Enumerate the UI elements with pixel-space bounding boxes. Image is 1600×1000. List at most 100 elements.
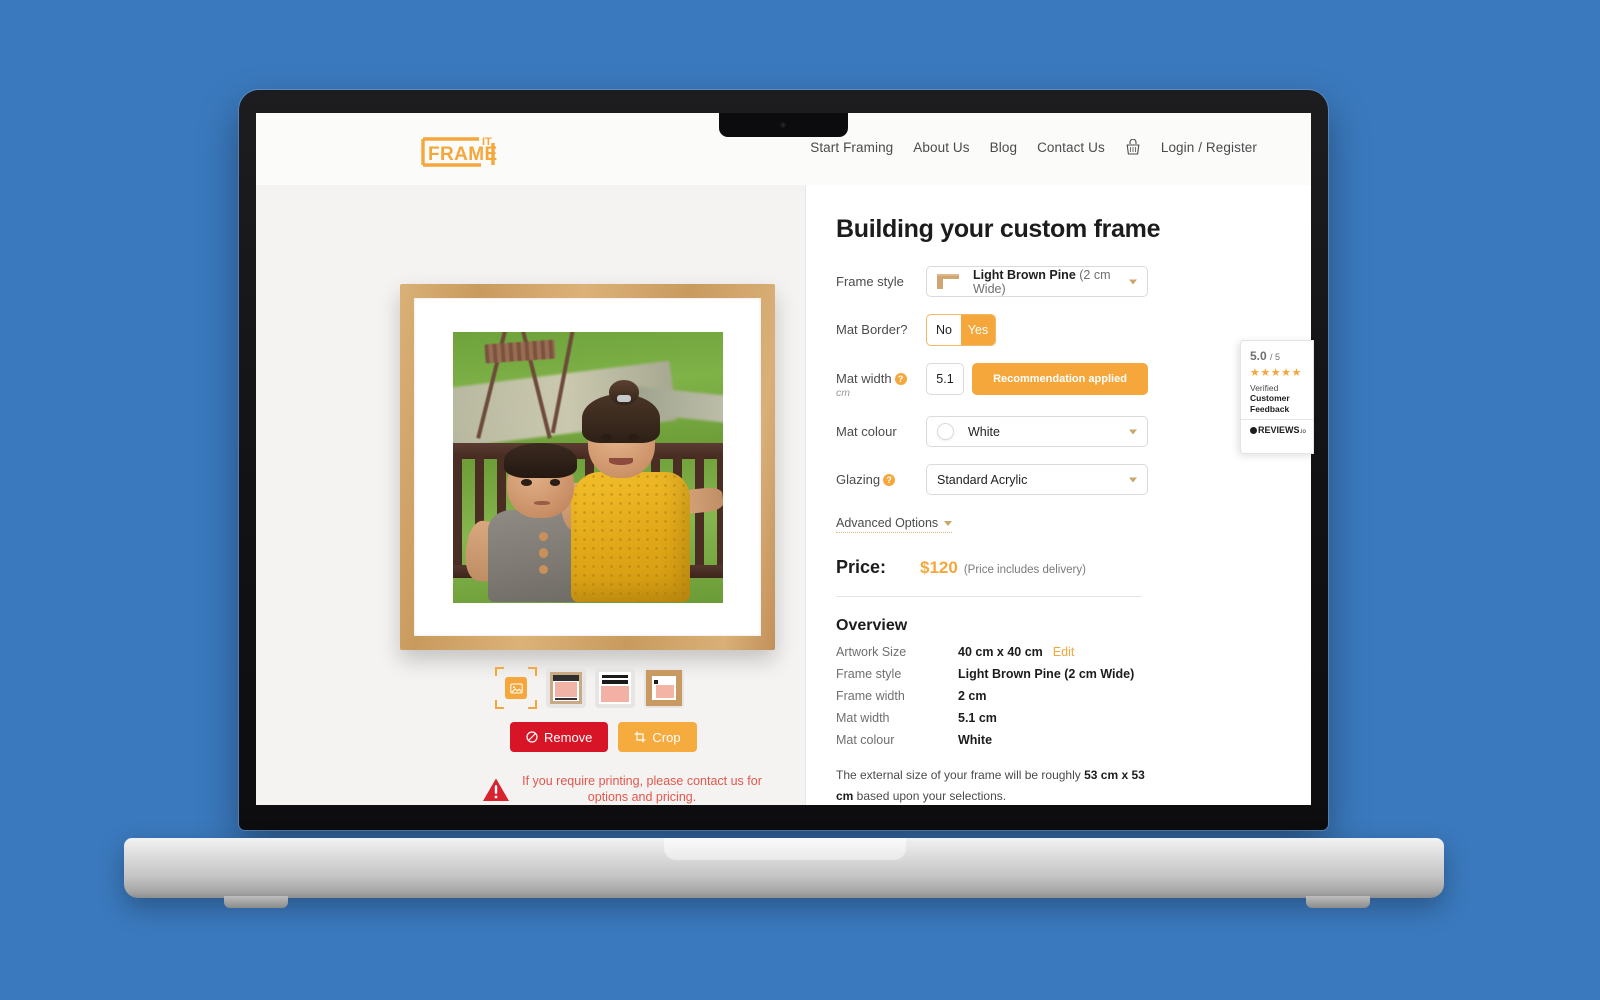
price-label: Price: xyxy=(836,557,887,577)
external-note-prefix: The external size of your frame will be … xyxy=(836,768,1085,782)
nav-item-blog[interactable]: Blog xyxy=(990,140,1017,155)
reviews-score: 5.0 / 5 xyxy=(1250,349,1281,363)
image-upload-icon xyxy=(505,677,527,699)
overview-value: 5.1 cm xyxy=(958,711,997,725)
nav-item-login-register[interactable]: Login / Register xyxy=(1161,140,1257,155)
svg-text:IT: IT xyxy=(482,136,492,148)
mat-border-option-yes[interactable]: Yes xyxy=(961,315,995,345)
chevron-down-icon xyxy=(1129,429,1137,434)
overview-row-frame-width: Frame width 2 cm xyxy=(836,689,1311,703)
frame-style-select[interactable]: Light Brown Pine (2 cm Wide) xyxy=(926,266,1148,297)
mat-colour-label: Mat colour xyxy=(836,424,897,439)
mat-colour-swatch xyxy=(937,423,954,440)
reviews-brand-dot-icon xyxy=(1250,427,1257,435)
frame-style-row: Frame style Light Brown Pine (2 cm Wide) xyxy=(830,266,1311,297)
mat-colour-row: Mat colour White xyxy=(830,416,1311,447)
overview-key: Mat width xyxy=(836,711,890,725)
nav-item-about-us[interactable]: About Us xyxy=(913,140,969,155)
advanced-options-label: Advanced Options xyxy=(836,516,939,530)
external-note-suffix: based upon your selections. xyxy=(853,789,1007,803)
mat-border-label: Mat Border? xyxy=(836,322,908,337)
page-content: Remove Crop If you require printing, ple… xyxy=(256,185,1311,805)
external-size-note: The external size of your frame will be … xyxy=(836,765,1156,805)
overview-row-frame-style: Frame style Light Brown Pine (2 cm Wide) xyxy=(836,667,1311,681)
mat-width-input[interactable] xyxy=(926,363,964,395)
overview-key: Frame width xyxy=(836,689,905,703)
nav-item-start-framing[interactable]: Start Framing xyxy=(810,140,893,155)
laptop-foot-right xyxy=(1306,896,1370,908)
overview-value: White xyxy=(958,733,993,747)
overview-key: Artwork Size xyxy=(836,645,907,659)
mat-border xyxy=(414,298,761,636)
artwork-thumbnail-2[interactable] xyxy=(546,668,586,708)
thumbnail-strip xyxy=(495,667,684,709)
warning-triangle-icon xyxy=(483,778,509,801)
printing-warning-text: If you require printing, please contact … xyxy=(522,774,762,805)
edit-artwork-size-link[interactable]: Edit xyxy=(1053,645,1075,659)
remove-button-label: Remove xyxy=(544,729,593,745)
advanced-options-toggle[interactable]: Advanced Options xyxy=(836,516,953,533)
mat-width-help-icon[interactable]: ? xyxy=(894,373,907,385)
overview-value: Light Brown Pine (2 cm Wide) xyxy=(958,667,1135,681)
reviews-brand: REVIEWS.io xyxy=(1250,425,1306,435)
artwork-actions: Remove Crop xyxy=(510,722,697,752)
artwork-thumbnail-3[interactable] xyxy=(595,668,635,708)
recommendation-applied-button[interactable]: Recommendation applied xyxy=(972,363,1148,395)
mat-width-group: Recommendation applied xyxy=(926,363,1148,395)
reviews-feedback-label: Feedback xyxy=(1250,403,1290,414)
configurator-panel: Building your custom frame Frame style L… xyxy=(806,185,1311,805)
chevron-down-icon xyxy=(944,520,953,526)
reviews-customer-label: Customer xyxy=(1250,393,1290,403)
upload-artwork-thumbnail[interactable] xyxy=(495,667,537,709)
overview-row-mat-width: Mat width 5.1 cm xyxy=(836,711,1311,725)
preview-column: Remove Crop If you require printing, ple… xyxy=(256,185,806,805)
overview-key: Frame style xyxy=(836,667,902,681)
reviews-verified-label: Verified xyxy=(1250,383,1279,393)
overview-title: Overview xyxy=(836,617,908,634)
chevron-down-icon xyxy=(1129,477,1137,482)
mat-width-label: Mat width? cm xyxy=(836,363,926,399)
overview-row-mat-colour: Mat colour White xyxy=(836,733,1311,747)
glazing-select[interactable]: Standard Acrylic xyxy=(926,464,1148,495)
laptop-foot-left xyxy=(224,896,288,908)
price-row: Price: $120 (Price includes delivery) xyxy=(836,557,1311,578)
chevron-down-icon xyxy=(1129,279,1137,284)
price-value: $120 xyxy=(920,558,958,577)
mat-colour-select[interactable]: White xyxy=(926,416,1148,447)
laptop-mockup: FRAME IT Start Framing About Us Blog Con… xyxy=(0,0,1600,1000)
frame-it-logo[interactable]: FRAME IT xyxy=(419,129,511,171)
reviews-badge[interactable]: 5.0 / 5 ★★★★★ Verified Customer Feedback… xyxy=(1240,340,1314,454)
overview-value: 40 cm x 40 cm xyxy=(958,645,1043,659)
crop-button[interactable]: Crop xyxy=(618,722,697,752)
remove-button[interactable]: Remove xyxy=(510,722,609,752)
glazing-value: Standard Acrylic xyxy=(937,472,1028,487)
webpage: FRAME IT Start Framing About Us Blog Con… xyxy=(256,113,1311,805)
page-title: Building your custom frame xyxy=(836,215,1161,243)
glazing-row: Glazing? Standard Acrylic xyxy=(830,464,1311,495)
laptop-camera xyxy=(780,122,786,128)
frame-style-value: Light Brown Pine (2 cm Wide) xyxy=(973,267,1111,296)
reviews-stars: ★★★★★ xyxy=(1250,367,1302,379)
remove-circle-icon xyxy=(526,731,538,743)
nav-item-contact-us[interactable]: Contact Us xyxy=(1037,140,1105,155)
shopping-basket-icon[interactable] xyxy=(1125,139,1141,156)
crop-button-label: Crop xyxy=(652,729,681,745)
mat-width-row: Mat width? cm Recommendation applied xyxy=(830,363,1311,399)
overview-value: 2 cm xyxy=(958,689,987,703)
frame-style-label: Frame style xyxy=(836,274,904,289)
frame-corner-swatch-icon xyxy=(937,274,959,289)
overview-key: Mat colour xyxy=(836,733,895,747)
main-navigation: Start Framing About Us Blog Contact Us L… xyxy=(810,139,1257,156)
laptop-base-notch xyxy=(664,838,906,860)
overview-row-artwork-size: Artwork Size 40 cm x 40 cm Edit xyxy=(836,645,1311,659)
printing-warning: If you require printing, please contact … xyxy=(482,773,762,805)
mat-border-toggle[interactable]: No Yes xyxy=(926,314,996,346)
mat-border-row: Mat Border? No Yes xyxy=(830,314,1311,346)
frame-preview xyxy=(400,284,775,650)
glazing-help-icon[interactable]: ? xyxy=(883,474,896,486)
price-note: (Price includes delivery) xyxy=(963,564,1086,576)
mat-border-option-no[interactable]: No xyxy=(927,315,961,345)
divider xyxy=(836,596,1142,597)
artwork-thumbnail-4[interactable] xyxy=(644,668,684,708)
glazing-label: Glazing? xyxy=(836,464,926,487)
